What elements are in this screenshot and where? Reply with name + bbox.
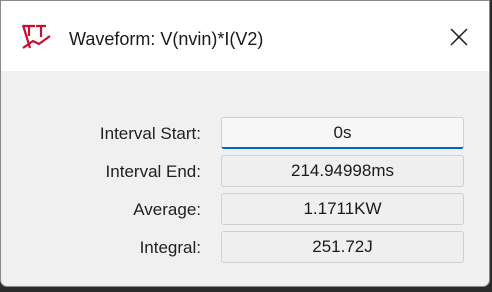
ltspice-app-icon <box>21 22 53 52</box>
interval-end-input[interactable]: 214.94998ms <box>221 155 464 187</box>
average-label: Average: <box>133 200 201 219</box>
window-title: Waveform: V(nvin)*I(V2) <box>69 29 264 49</box>
interval-start-label: Interval Start: <box>99 124 201 143</box>
waveform-dialog: Waveform: V(nvin)*I(V2) Interval Start: … <box>0 0 490 287</box>
average-row: Average: 1.1711KW <box>1 193 489 227</box>
integral-row: Integral: 251.72J <box>1 231 489 265</box>
interval-start-row: Interval Start: 0s <box>1 117 489 151</box>
integral-value[interactable]: 251.72J <box>221 231 464 263</box>
close-icon <box>450 28 468 46</box>
integral-label: Integral: <box>139 238 201 257</box>
interval-end-label: Interval End: <box>105 162 201 181</box>
average-value[interactable]: 1.1711KW <box>221 193 464 225</box>
interval-end-row: Interval End: 214.94998ms <box>1 155 489 189</box>
interval-start-input[interactable]: 0s <box>221 117 464 149</box>
close-button[interactable] <box>439 19 479 55</box>
title-bar[interactable]: Waveform: V(nvin)*I(V2) <box>1 1 489 71</box>
